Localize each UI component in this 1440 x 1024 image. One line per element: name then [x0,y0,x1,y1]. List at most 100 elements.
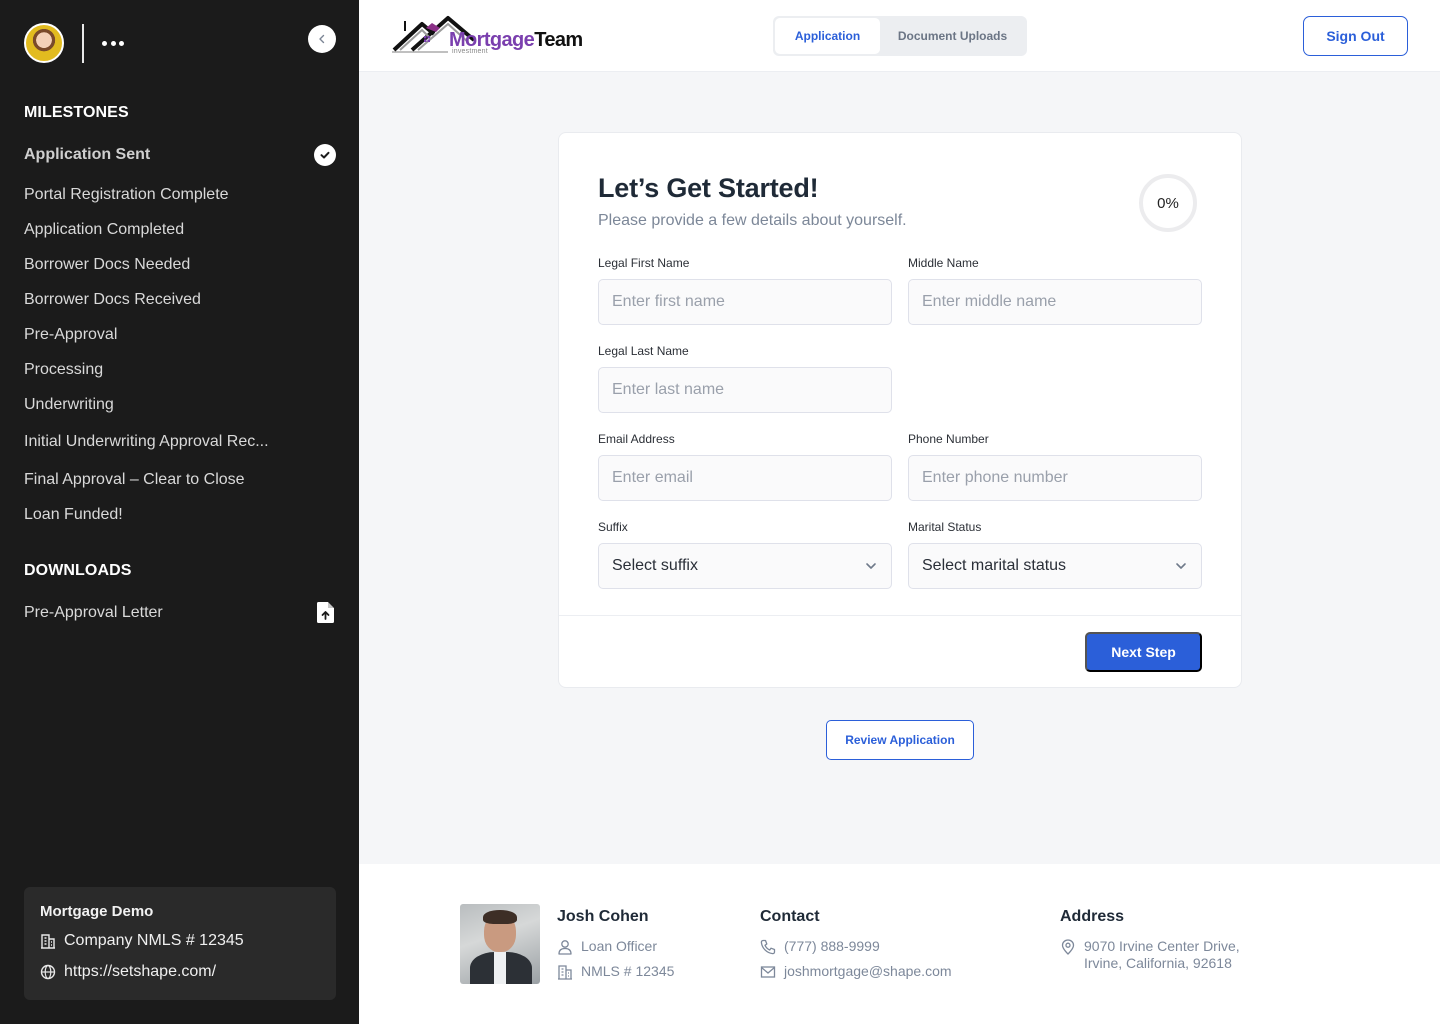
chevron-down-icon [866,563,876,569]
phone-input[interactable] [908,455,1202,501]
marital-status-field: Marital Status Select marital status [908,520,1202,589]
suffix-label: Suffix [598,520,628,534]
company-website-link[interactable]: https://setshape.com/ [64,963,216,981]
phone-field: Phone Number [908,432,1202,501]
sidebar-top-bar [24,23,336,63]
milestone-item[interactable]: Loan Funded! [24,497,336,532]
collapse-sidebar-button[interactable] [308,25,336,53]
milestone-label: Initial Underwriting Approval Rec... [24,433,269,450]
milestone-label: Borrower Docs Received [24,290,201,308]
contact-title: Contact [760,908,820,925]
building-icon [41,933,55,949]
application-form-card: Let’s Get Started! Please provide a few … [558,132,1242,688]
address-info: Address 9070 Irvine Center Drive, Irvine… [1060,908,1240,980]
first-name-label: Legal First Name [598,256,690,270]
marital-status-selected-value: Select marital status [922,557,1067,574]
card-divider [559,615,1241,616]
last-name-label: Legal Last Name [598,344,689,358]
milestone-label: Processing [24,360,104,378]
user-avatar[interactable] [24,23,64,63]
milestone-label: Pre-Approval [24,325,118,343]
company-nmls: Company NMLS # 12345 [64,931,244,949]
milestones-list: Application Sent Portal Registration Com… [24,140,336,532]
address-row: 9070 Irvine Center Drive, Irvine, Califo… [1060,938,1240,972]
building-icon [558,965,572,980]
officer-nmls: NMLS # 12345 [581,963,675,979]
middle-name-label: Middle Name [908,256,979,270]
milestone-item[interactable]: Borrower Docs Needed [24,247,336,282]
middle-name-input[interactable] [908,279,1202,325]
dot-icon [110,40,116,46]
officer-role-row: Loan Officer [557,938,674,955]
user-icon [558,940,572,955]
email-field: Email Address [598,432,892,501]
progress-ring: 0% [1138,173,1198,233]
chevron-left-icon [319,34,325,44]
company-nmls-row: Company NMLS # 12345 [40,930,320,951]
globe-icon [40,964,56,979]
company-name: Mortgage Demo [40,903,154,920]
check-circle-icon [314,144,336,166]
email-label: Email Address [598,432,675,446]
download-item-pre-approval-letter[interactable]: Pre-Approval Letter [24,598,336,628]
milestone-item[interactable]: Pre-Approval [24,317,336,352]
downloads-list: Pre-Approval Letter [24,598,336,628]
contact-phone[interactable]: (777) 888-9999 [784,938,880,955]
milestone-item[interactable]: Initial Underwriting Approval Rec... [24,422,336,462]
milestone-item[interactable]: Processing [24,352,336,387]
sign-out-button[interactable]: Sign Out [1303,16,1408,56]
review-application-button[interactable]: Review Application [826,720,974,760]
milestone-label: Borrower Docs Needed [24,255,191,273]
phone-label: Phone Number [908,432,989,446]
milestone-item[interactable]: Borrower Docs Received [24,282,336,317]
milestone-label: Loan Funded! [24,505,123,523]
company-website-row[interactable]: https://setshape.com/ [40,961,320,982]
loan-officer-footer: Josh Cohen Loan Officer NMLS # 12345 Con… [359,864,1440,1024]
logo-tagline: investment [452,48,488,55]
marital-status-select[interactable]: Select marital status [908,543,1202,589]
company-info-card: Mortgage Demo Company NMLS # 12345 https… [24,887,336,1000]
milestone-label: Application Sent [24,146,151,163]
file-upload-icon[interactable] [317,602,334,628]
milestone-item[interactable]: Underwriting [24,387,336,422]
dot-icon [119,40,124,46]
milestone-label: Final Approval – Clear to Close [24,470,245,488]
phone-icon [760,939,776,955]
sidebar: MILESTONES Application Sent Portal Regis… [0,0,359,1024]
milestone-item[interactable]: Final Approval – Clear to Close [24,462,336,497]
logo-brand-secondary: Team [534,29,583,51]
suffix-select[interactable]: Select suffix [598,543,892,589]
milestone-label: Underwriting [24,395,114,413]
last-name-field: Legal Last Name [598,344,892,413]
progress-percent: 0% [1157,194,1179,212]
next-step-button[interactable]: Next Step [1085,632,1202,672]
milestone-label: Application Completed [24,220,185,238]
contact-email[interactable]: joshmortgage@shape.com [784,963,952,980]
address-lines: 9070 Irvine Center Drive, Irvine, Califo… [1084,938,1240,972]
tab-application[interactable]: Application [775,18,880,54]
suffix-field: Suffix Select suffix [598,520,892,589]
downloads-heading: DOWNLOADS [24,562,132,579]
officer-name: Josh Cohen [557,908,649,925]
email-input[interactable] [598,455,892,501]
loan-officer-photo [460,904,540,984]
milestones-heading: MILESTONES [24,104,129,121]
more-options-button[interactable] [102,33,124,53]
marital-status-label: Marital Status [908,520,982,534]
mortgage-team-logo[interactable]: MortgageTeam investment [392,14,592,58]
last-name-input[interactable] [598,367,892,413]
contact-phone-row[interactable]: (777) 888-9999 [760,938,952,955]
form-title: Let’s Get Started! [598,173,819,203]
middle-name-field: Middle Name [908,256,1202,325]
mail-icon [760,966,776,978]
address-title: Address [1060,908,1125,925]
dot-icon [102,40,107,46]
first-name-input[interactable] [598,279,892,325]
first-name-field: Legal First Name [598,256,892,325]
contact-email-row[interactable]: joshmortgage@shape.com [760,963,952,980]
map-pin-icon [1061,939,1075,955]
tab-document-uploads[interactable]: Document Uploads [880,18,1025,54]
milestone-item[interactable]: Portal Registration Complete [24,177,336,212]
milestone-item[interactable]: Application Completed [24,212,336,247]
milestone-item[interactable]: Application Sent [24,140,336,170]
